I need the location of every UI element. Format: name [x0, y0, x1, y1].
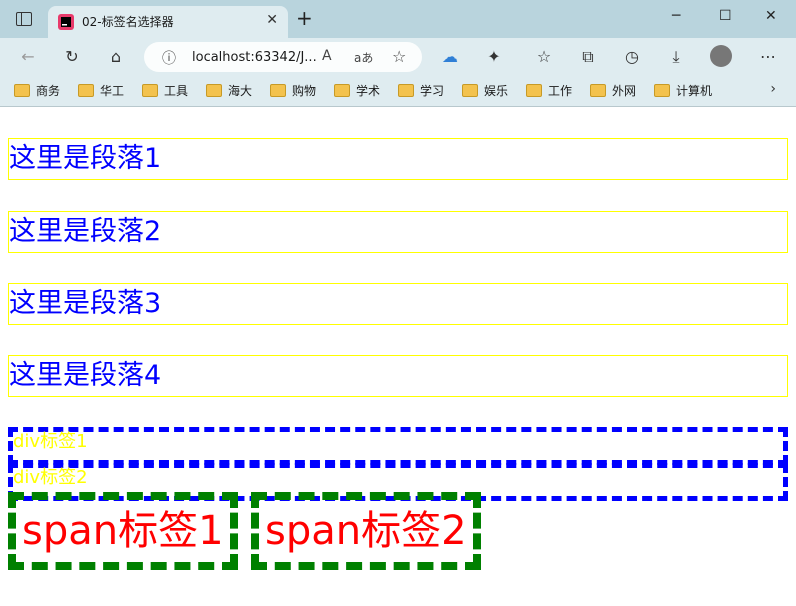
paragraph: 这里是段落3 — [8, 283, 788, 325]
bookmark-folder[interactable]: 学术 — [334, 82, 380, 99]
collections-icon[interactable]: ⧉ — [578, 47, 598, 67]
bookmark-folder[interactable]: 外网 — [590, 82, 636, 99]
favorites-icon[interactable]: ☆ — [534, 47, 554, 67]
browser-titlebar: 02-标签名选择器 ✕ + ─ ☐ ✕ — [0, 0, 796, 38]
span-box: span标签2 — [251, 492, 481, 570]
folder-icon — [78, 84, 94, 97]
close-window-icon[interactable]: ✕ — [765, 8, 777, 24]
paragraph: 这里是段落2 — [8, 211, 788, 253]
read-aloud-icon[interactable]: A — [322, 48, 332, 64]
folder-icon — [142, 84, 158, 97]
tab-actions-icon[interactable] — [16, 12, 32, 26]
address-text[interactable]: localhost:63342/J... — [192, 50, 317, 65]
translate-icon[interactable]: aあ — [354, 49, 373, 66]
refresh-icon[interactable]: ↻ — [62, 47, 82, 67]
bookmark-folder[interactable]: 海大 — [206, 82, 252, 99]
minimize-icon[interactable]: ─ — [672, 8, 680, 24]
bookmark-folder[interactable]: 学习 — [398, 82, 444, 99]
folder-icon — [462, 84, 478, 97]
tab-title: 02-标签名选择器 — [82, 15, 174, 29]
profile-avatar[interactable] — [710, 45, 732, 67]
close-tab-icon[interactable]: ✕ — [266, 12, 278, 28]
webstorm-icon — [58, 14, 74, 30]
info-icon[interactable]: ⓘ — [162, 48, 176, 68]
bookmark-folder[interactable]: 工作 — [526, 82, 572, 99]
address-bar[interactable]: ⓘ localhost:63342/J... A aあ ☆ — [144, 42, 422, 72]
folder-icon — [526, 84, 542, 97]
bookmark-folder[interactable]: 商务 — [14, 82, 60, 99]
folder-icon — [334, 84, 350, 97]
bookmark-folder[interactable]: 计算机 — [654, 82, 712, 99]
new-tab-icon[interactable]: + — [296, 6, 313, 30]
favorite-star-icon[interactable]: ☆ — [392, 47, 406, 66]
downloads-icon[interactable]: ⤓ — [666, 47, 686, 67]
history-icon[interactable]: ◷ — [622, 47, 642, 67]
bookmark-folder[interactable]: 娱乐 — [462, 82, 508, 99]
paragraph: 这里是段落4 — [8, 355, 788, 397]
page-content: 这里是段落1 这里是段落2 这里是段落3 这里是段落4 div标签1 div标签… — [0, 107, 796, 606]
back-icon[interactable]: ← — [18, 47, 38, 67]
home-icon[interactable]: ⌂ — [106, 47, 126, 67]
chevron-right-icon[interactable]: › — [770, 81, 776, 97]
folder-icon — [398, 84, 414, 97]
extensions-puzzle-icon[interactable]: ✦ — [484, 47, 504, 67]
div-box: div标签1 — [8, 427, 788, 465]
bookmarks-bar: 商务 华工 工具 海大 购物 学术 学习 娱乐 工作 外网 计算机 › — [0, 76, 796, 107]
folder-icon — [14, 84, 30, 97]
paragraph: 这里是段落1 — [8, 138, 788, 180]
bookmark-folder[interactable]: 工具 — [142, 82, 188, 99]
more-menu-icon[interactable]: ⋯ — [758, 47, 778, 67]
folder-icon — [590, 84, 606, 97]
folder-icon — [654, 84, 670, 97]
folder-icon — [270, 84, 286, 97]
folder-icon — [206, 84, 222, 97]
bookmark-folder[interactable]: 华工 — [78, 82, 124, 99]
browser-tab[interactable]: 02-标签名选择器 ✕ — [48, 6, 288, 38]
maximize-icon[interactable]: ☐ — [719, 8, 732, 24]
browser-toolbar: ← ↻ ⌂ ⓘ localhost:63342/J... A aあ ☆ ☁ ✦ … — [0, 38, 796, 76]
bookmark-folder[interactable]: 购物 — [270, 82, 316, 99]
extension-cloud-icon[interactable]: ☁ — [440, 47, 460, 67]
span-box: span标签1 — [8, 492, 238, 570]
